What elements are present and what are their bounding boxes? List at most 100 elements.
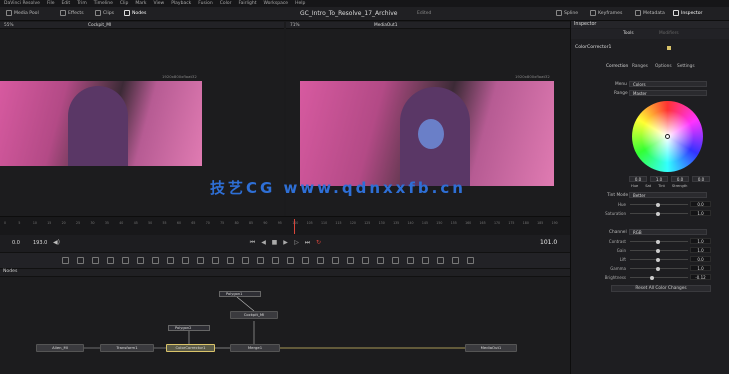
wheel-strength-value[interactable]: 0.0 xyxy=(692,176,710,182)
subtab-correction[interactable]: Correction xyxy=(606,64,628,69)
menu-item-help[interactable]: Help xyxy=(295,1,305,6)
mask-tool-icon[interactable] xyxy=(107,257,114,264)
menu-item-resolve[interactable]: DaVinci Resolve xyxy=(4,1,40,6)
particles-tool-icon[interactable] xyxy=(347,257,354,264)
menu-item-file[interactable]: File xyxy=(47,1,55,6)
shape-tool-icon[interactable] xyxy=(332,257,339,264)
hue-value[interactable]: 0.0 xyxy=(690,201,711,207)
menu-item-edit[interactable]: Edit xyxy=(61,1,70,6)
menu-dropdown[interactable]: Colors xyxy=(629,81,707,87)
gain-slider-knob[interactable] xyxy=(656,248,660,253)
channel-dropdown[interactable]: RGB xyxy=(629,229,707,235)
current-frame[interactable]: 101.0 xyxy=(540,239,557,246)
color-corrector-tool-icon[interactable] xyxy=(197,257,204,264)
menu-item-fusion[interactable]: Fusion xyxy=(198,1,212,6)
menu-item-workspace[interactable]: Workspace xyxy=(263,1,288,6)
menu-item-mark[interactable]: Mark xyxy=(135,1,146,6)
light-tool-icon[interactable] xyxy=(407,257,414,264)
gain-value[interactable]: 1.0 xyxy=(690,247,711,253)
subtab-settings[interactable]: Settings xyxy=(677,64,695,69)
subtab-options[interactable]: Options xyxy=(655,64,672,69)
paint-tool-icon[interactable] xyxy=(77,257,84,264)
reset-colors-button[interactable]: Reset All Color Changes xyxy=(611,285,711,292)
lift-value[interactable]: 0.0 xyxy=(690,256,711,262)
stop-icon[interactable]: ■ xyxy=(271,239,278,246)
merge-tool-icon[interactable] xyxy=(227,257,234,264)
node-polygon2[interactable]: Polygon2 xyxy=(168,325,210,331)
wheel-sat-value[interactable]: 1.0 xyxy=(650,176,668,182)
wheel-hue-value[interactable]: 0.0 xyxy=(629,176,647,182)
3d-shape-tool-icon[interactable] xyxy=(362,257,369,264)
audio-icon[interactable]: ◀) xyxy=(53,239,60,246)
nodes-button[interactable]: Nodes xyxy=(124,10,146,16)
node-transform[interactable]: Transform1 xyxy=(100,344,154,352)
node-color-swatch[interactable] xyxy=(667,46,671,50)
hue-slider-knob[interactable] xyxy=(656,202,660,207)
menu-item-timeline[interactable]: Timeline xyxy=(94,1,113,6)
viewer-right-zoom[interactable]: 71% xyxy=(290,23,300,28)
lift-slider-knob[interactable] xyxy=(656,257,660,262)
gamma-slider-knob[interactable] xyxy=(656,266,660,271)
menu-item-clip[interactable]: Clip xyxy=(120,1,129,6)
effects-button[interactable]: Effects xyxy=(60,10,84,16)
subtab-ranges[interactable]: Ranges xyxy=(632,64,648,69)
step-forward-icon[interactable]: ▷ xyxy=(293,239,300,246)
inspector-button[interactable]: Inspector xyxy=(673,10,702,16)
resize-tool-icon[interactable] xyxy=(302,257,309,264)
menu-item-color[interactable]: Color xyxy=(220,1,232,6)
brightness-slider-knob[interactable] xyxy=(650,275,654,280)
range-dropdown[interactable]: Master xyxy=(629,90,707,96)
play-icon[interactable]: ▶ xyxy=(282,239,289,246)
bspline-tool-icon[interactable] xyxy=(137,257,144,264)
color-wheel[interactable] xyxy=(632,101,703,172)
metadata-button[interactable]: Metadata xyxy=(635,10,665,16)
spline-button[interactable]: Spline xyxy=(556,10,578,16)
background-tool-icon[interactable] xyxy=(62,257,69,264)
keyframes-button[interactable]: Keyframes xyxy=(590,10,622,16)
renderer-tool-icon[interactable] xyxy=(377,257,384,264)
transform-tool-icon[interactable] xyxy=(272,257,279,264)
curves-tool-icon[interactable] xyxy=(212,257,219,264)
tint-mode-dropdown[interactable]: Better xyxy=(629,192,707,198)
render-end[interactable]: 193.0 xyxy=(33,240,47,246)
tab-tools[interactable]: Tools xyxy=(623,31,634,36)
node-cockpit[interactable]: Cockpit_MI xyxy=(230,311,278,319)
matte-tool-icon[interactable] xyxy=(257,257,264,264)
node-alien[interactable]: Alien_MI xyxy=(36,344,84,352)
menu-item-trim[interactable]: Trim xyxy=(77,1,87,6)
viewer-left-zoom[interactable]: 55% xyxy=(4,23,14,28)
saturation-slider-knob[interactable] xyxy=(656,211,660,216)
contrast-slider-knob[interactable] xyxy=(656,239,660,244)
node-editor[interactable]: Alien_MI Transform1 ColorCorrector1 Merg… xyxy=(0,277,570,374)
saturation-value[interactable]: 1.0 xyxy=(690,210,711,216)
node-merge[interactable]: Merge1 xyxy=(230,344,280,352)
glow-tool-icon[interactable] xyxy=(467,257,474,264)
polygon-tool-icon[interactable] xyxy=(122,257,129,264)
media-pool-button[interactable]: Media Pool xyxy=(6,10,39,16)
node-polygon1[interactable]: Polygon1 xyxy=(219,291,261,297)
timeline-ruler[interactable]: 0 5 10 15 20 25 30 35 40 45 50 55 60 65 70 75 80 85 90 95 10… xyxy=(0,216,570,235)
channel-booleans-tool-icon[interactable] xyxy=(242,257,249,264)
go-to-end-icon[interactable]: ⏭ xyxy=(304,239,311,246)
text-tool-icon[interactable] xyxy=(92,257,99,264)
tab-modifiers[interactable]: Modifiers xyxy=(659,31,679,36)
image-plane-tool-icon[interactable] xyxy=(422,257,429,264)
menu-item-fairlight[interactable]: Fairlight xyxy=(238,1,256,6)
playhead[interactable] xyxy=(294,219,295,234)
menu-item-playback[interactable]: Playback xyxy=(171,1,191,6)
contrast-value[interactable]: 1.0 xyxy=(690,238,711,244)
merge-3d-tool-icon[interactable] xyxy=(437,257,444,264)
lens-distort-tool-icon[interactable] xyxy=(452,257,459,264)
clips-button[interactable]: Clips xyxy=(95,10,114,16)
loop-icon[interactable]: ↻ xyxy=(315,239,322,246)
gamma-value[interactable]: 1.0 xyxy=(690,265,711,271)
crop-tool-icon[interactable] xyxy=(287,257,294,264)
render-start[interactable]: 0.0 xyxy=(12,240,20,246)
brightness-value[interactable]: -0.12 xyxy=(690,274,711,280)
step-back-icon[interactable]: ◀ xyxy=(260,239,267,246)
wheel-center-handle[interactable] xyxy=(665,134,670,139)
blur-tool-icon[interactable] xyxy=(182,257,189,264)
ellipse-tool-icon[interactable] xyxy=(152,257,159,264)
tracker-tool-icon[interactable] xyxy=(317,257,324,264)
menu-item-view[interactable]: View xyxy=(154,1,165,6)
